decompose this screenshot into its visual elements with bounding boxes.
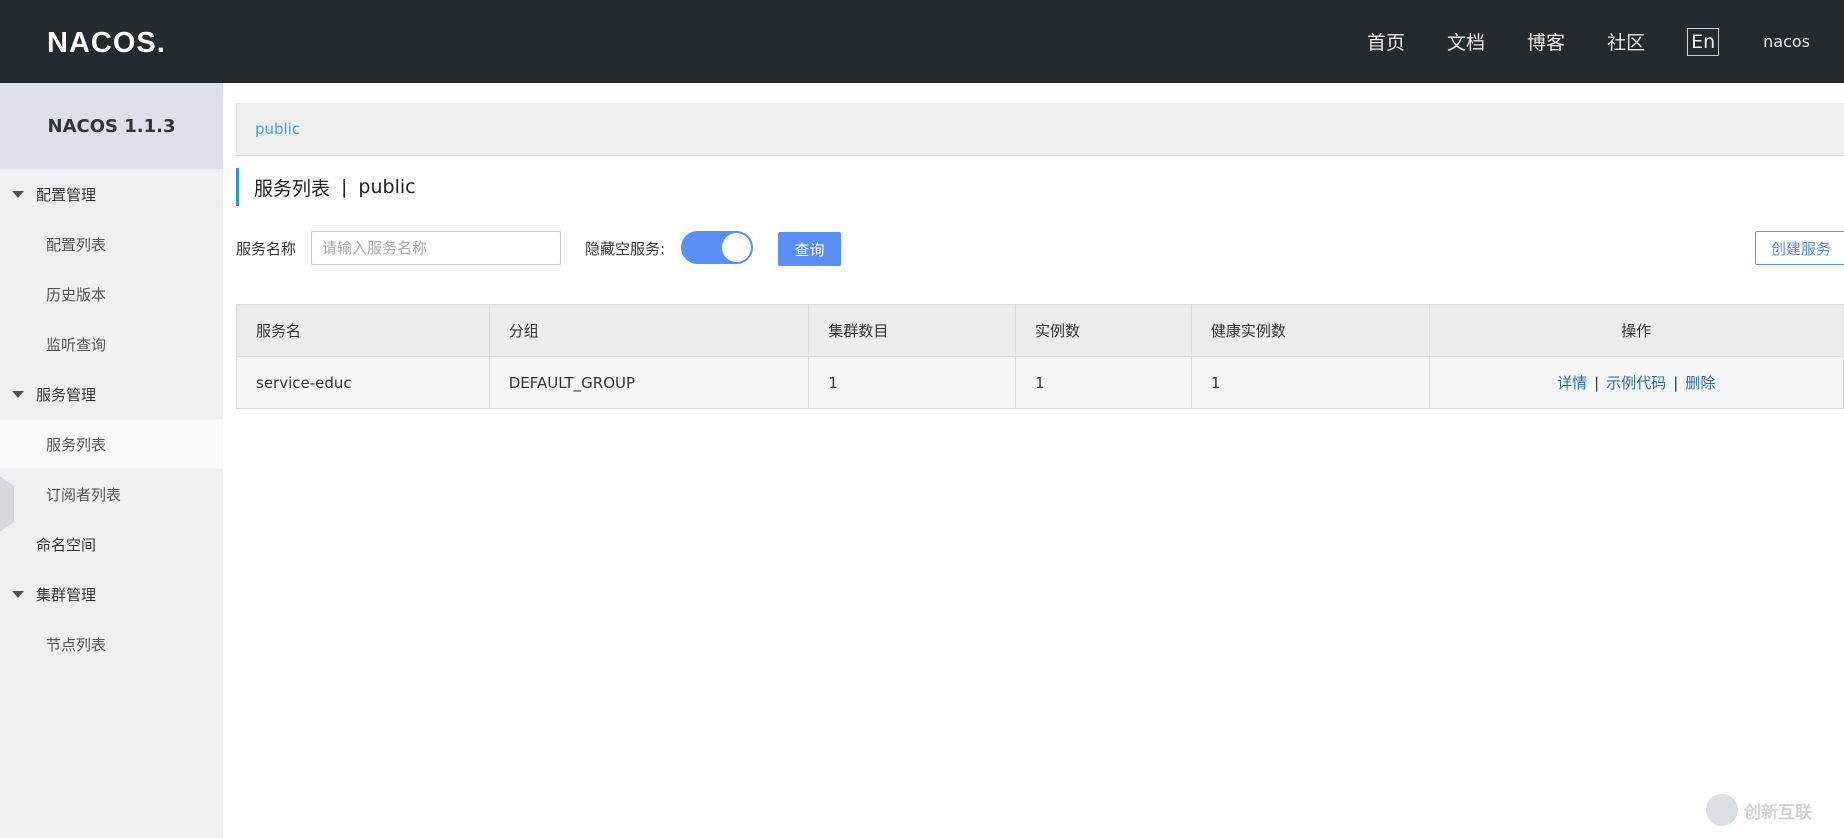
sidebar: NACOS 1.1.3 配置管理 配置列表 历史版本 监听查询 服务管理 服务列… — [0, 83, 223, 838]
action-separator: | — [1673, 374, 1679, 392]
table-row: service-educ DEFAULT_GROUP 1 1 1 详情 | 示例代码… — [236, 356, 1844, 409]
top-nav: 首页 文档 博客 社区 En nacos — [1367, 0, 1844, 83]
column-header-cluster-count: 集群数目 — [808, 304, 1017, 357]
column-header-healthy-count: 健康实例数 — [1190, 304, 1430, 357]
page-title-separator: | — [341, 176, 348, 198]
caret-down-icon — [12, 190, 24, 198]
hide-empty-label: 隐藏空服务: — [585, 240, 666, 258]
sidebar-group-label: 集群管理 — [36, 585, 97, 604]
namespace-bar: public — [236, 103, 1844, 156]
sidebar-item-config-list[interactable]: 配置列表 — [0, 219, 223, 269]
sidebar-item-subscriber-list[interactable]: 订阅者列表 — [0, 469, 223, 519]
cell-group: DEFAULT_GROUP — [488, 356, 810, 409]
sidebar-item-namespace[interactable]: 命名空间 — [0, 519, 223, 569]
watermark-logo-icon — [1706, 794, 1738, 826]
nacos-logo-icon: NACOS. — [47, 27, 166, 59]
language-switch-button[interactable]: En — [1687, 27, 1720, 56]
sidebar-version-title: NACOS 1.1.3 — [0, 83, 223, 169]
watermark: 创新互联 — [1706, 794, 1812, 826]
create-service-button[interactable]: 创建服务 — [1755, 231, 1844, 265]
sidebar-group-service[interactable]: 服务管理 — [0, 369, 223, 419]
sidebar-item-listener-query[interactable]: 监听查询 — [0, 319, 223, 369]
nav-community[interactable]: 社区 — [1607, 28, 1645, 55]
table-header-row: 服务名 分组 集群数目 实例数 健康实例数 操作 — [236, 304, 1844, 357]
cell-healthy-count: 1 — [1190, 356, 1430, 409]
column-header-service-name: 服务名 — [236, 304, 490, 357]
logo-text: NACOS. — [47, 27, 166, 59]
page-title-text: 服务列表 — [254, 177, 331, 200]
cell-instance-count: 1 — [1015, 356, 1192, 409]
nav-home[interactable]: 首页 — [1367, 28, 1405, 55]
caret-down-icon — [12, 390, 24, 398]
sidebar-item-service-list[interactable]: 服务列表 — [0, 419, 223, 469]
query-button[interactable]: 查询 — [778, 232, 841, 266]
sidebar-item-node-list[interactable]: 节点列表 — [0, 619, 223, 669]
detail-link[interactable]: 详情 — [1557, 374, 1587, 392]
toggle-knob — [722, 233, 751, 262]
cell-service-name: service-educ — [236, 356, 490, 409]
cell-actions: 详情 | 示例代码 | 删除 — [1428, 356, 1844, 409]
sidebar-group-cluster[interactable]: 集群管理 — [0, 569, 223, 619]
service-name-label: 服务名称 — [236, 240, 297, 258]
sidebar-group-label: 配置管理 — [36, 185, 97, 204]
service-name-input[interactable] — [311, 231, 561, 265]
caret-down-icon — [12, 590, 24, 598]
column-header-actions: 操作 — [1428, 304, 1844, 357]
service-table: 服务名 分组 集群数目 实例数 健康实例数 操作 service-educ DE… — [236, 304, 1844, 409]
column-header-instance-count: 实例数 — [1015, 304, 1192, 357]
page-title-namespace: public — [358, 176, 416, 198]
nav-blog[interactable]: 博客 — [1527, 28, 1565, 55]
namespace-link-public[interactable]: public — [255, 120, 300, 138]
sample-code-link[interactable]: 示例代码 — [1606, 374, 1666, 392]
action-separator: | — [1594, 374, 1600, 392]
page-title: 服务列表 | public — [236, 168, 416, 206]
cell-cluster-count: 1 — [808, 356, 1017, 409]
column-header-group: 分组 — [488, 304, 810, 357]
sidebar-item-history[interactable]: 历史版本 — [0, 269, 223, 319]
current-user[interactable]: nacos — [1763, 32, 1810, 51]
nacos-logo[interactable]: NACOS. — [47, 22, 171, 62]
nav-docs[interactable]: 文档 — [1447, 28, 1485, 55]
hide-empty-toggle[interactable] — [681, 231, 753, 264]
top-navbar: NACOS. 首页 文档 博客 社区 En nacos — [0, 0, 1844, 83]
sidebar-group-label: 服务管理 — [36, 385, 97, 404]
delete-link[interactable]: 删除 — [1685, 374, 1715, 392]
sidebar-group-config[interactable]: 配置管理 — [0, 169, 223, 219]
watermark-text: 创新互联 — [1744, 802, 1812, 823]
